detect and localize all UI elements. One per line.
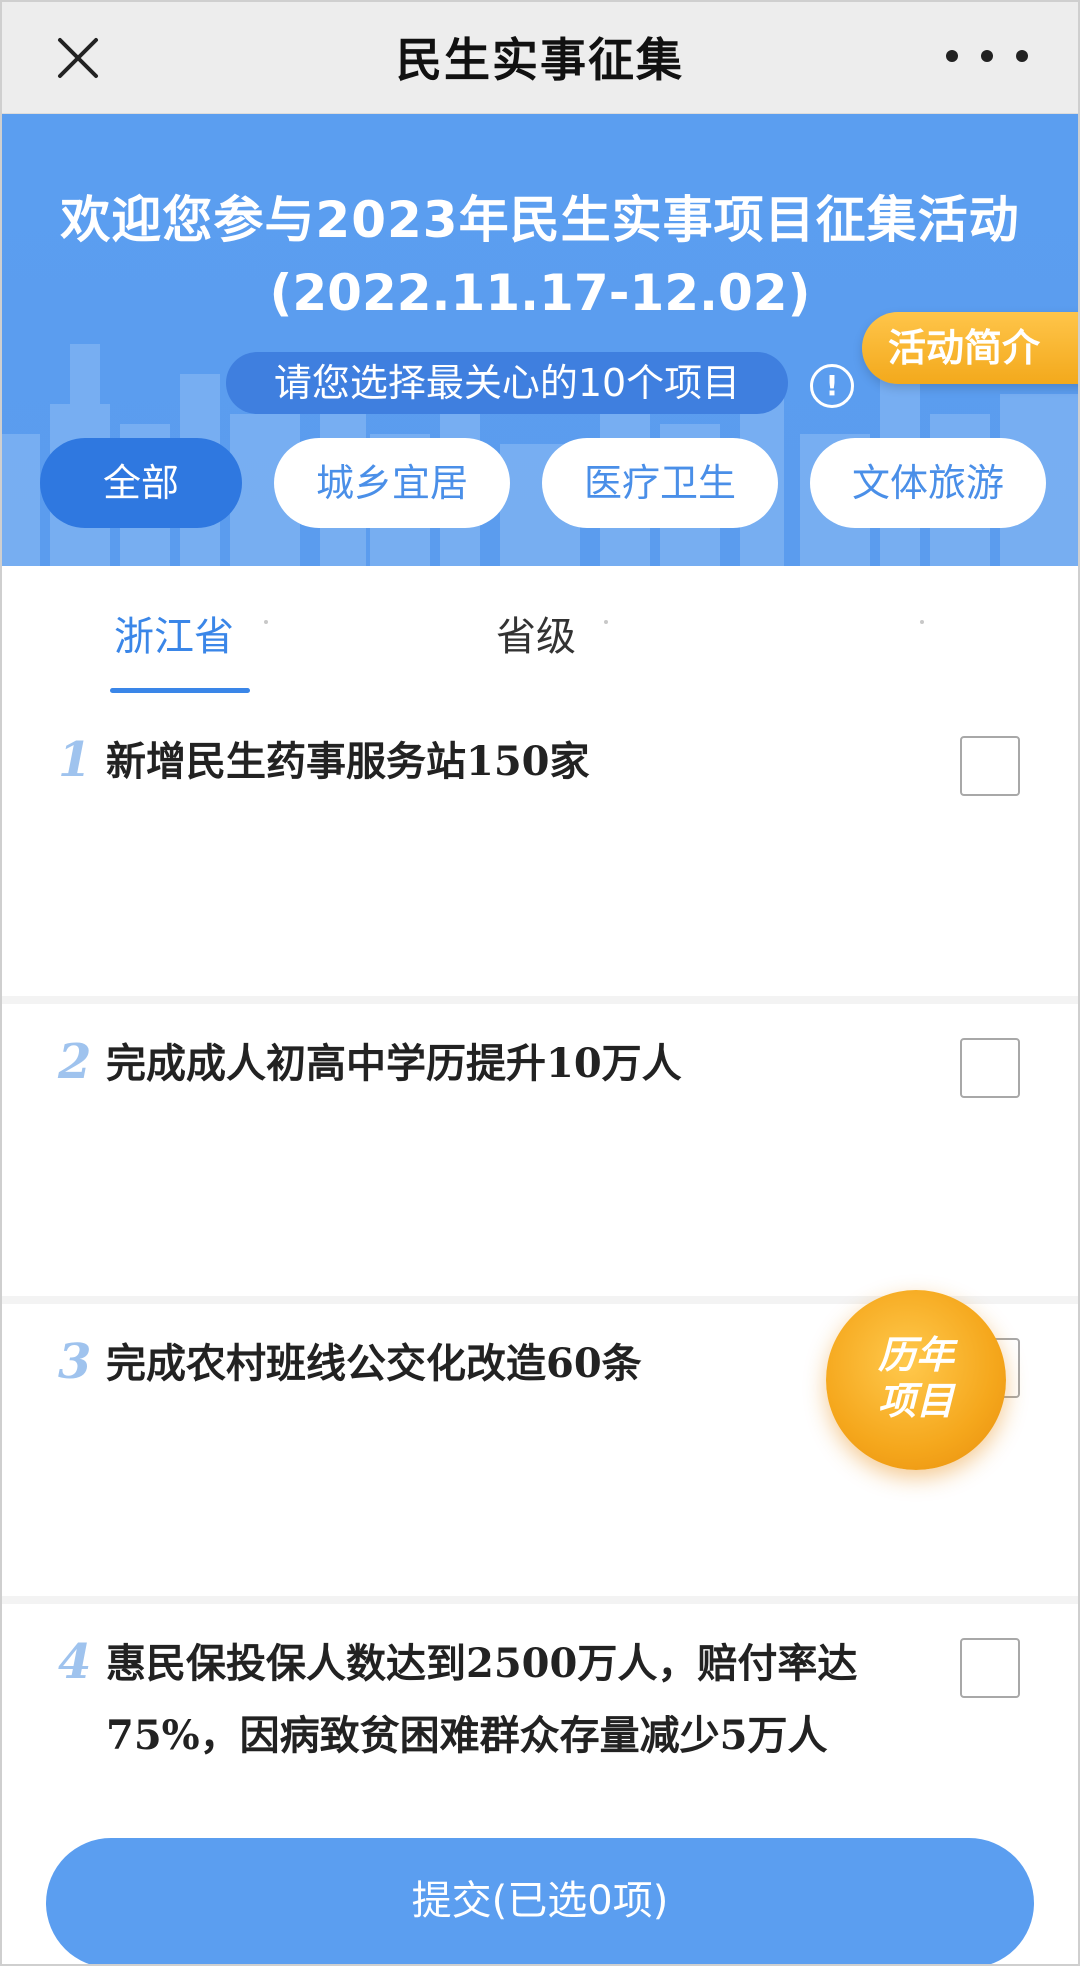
tab-zhejiang[interactable]: 浙江省 — [114, 604, 234, 662]
item-checkbox[interactable] — [960, 736, 1020, 796]
activity-intro-button[interactable]: 活动简介 — [862, 312, 1080, 384]
region-tabs: 浙江省 省级 — [0, 566, 1080, 696]
item-number: 4 — [58, 1634, 92, 1690]
badge-line1: 历年 — [877, 1333, 954, 1377]
selection-hint: 请您选择最关心的10个项目 — [226, 352, 788, 414]
banner-title: 欢迎您参与2023年民生实事项目征集活动 — [60, 191, 1020, 249]
divider — [0, 996, 1080, 1004]
item-number: 3 — [58, 1334, 92, 1390]
info-icon[interactable]: ! — [810, 364, 854, 408]
category-culture-sports[interactable]: 文体旅游 — [810, 438, 1046, 528]
tab-divider — [604, 620, 608, 624]
active-tab-indicator — [110, 688, 250, 693]
past-projects-badge[interactable]: 历年 项目 — [826, 1290, 1006, 1470]
item-text: 完成成人初高中学历提升10万人 — [106, 1040, 682, 1087]
category-filter-row: 全部 城乡宜居 医疗卫生 文体旅游 — [0, 438, 1080, 532]
item-number: 1 — [58, 732, 92, 788]
submit-button[interactable]: 提交(已选0项) — [46, 1838, 1034, 1966]
badge-line2: 项目 — [877, 1379, 954, 1423]
item-text: 新增民生药事服务站150家 — [106, 738, 590, 785]
tab-divider — [920, 620, 924, 624]
list-item[interactable]: 1 新增民生药事服务站150家 — [0, 696, 1080, 996]
tab-provincial[interactable]: 省级 — [496, 604, 576, 662]
more-horizontal-icon[interactable] — [942, 36, 1032, 76]
campaign-banner: 欢迎您参与2023年民生实事项目征集活动 (2022.11.17-12.02) … — [0, 114, 1080, 566]
close-icon[interactable] — [50, 30, 106, 86]
item-number: 2 — [58, 1034, 92, 1090]
tab-divider — [264, 620, 268, 624]
category-medical[interactable]: 医疗卫生 — [542, 438, 778, 528]
category-urban-rural[interactable]: 城乡宜居 — [274, 438, 510, 528]
item-checkbox[interactable] — [960, 1038, 1020, 1098]
top-navbar: 民生实事征集 — [0, 0, 1080, 114]
category-all[interactable]: 全部 — [40, 438, 242, 528]
divider — [0, 1596, 1080, 1604]
item-checkbox[interactable] — [960, 1638, 1020, 1698]
item-text: 完成农村班线公交化改造60条 — [106, 1340, 642, 1387]
list-item[interactable]: 2 完成成人初高中学历提升10万人 — [0, 1004, 1080, 1296]
item-text: 惠民保投保人数达到2500万人，赔付率达75%，因病致贫困难群众存量减少5万人 — [106, 1640, 858, 1759]
page-title: 民生实事征集 — [396, 33, 684, 87]
